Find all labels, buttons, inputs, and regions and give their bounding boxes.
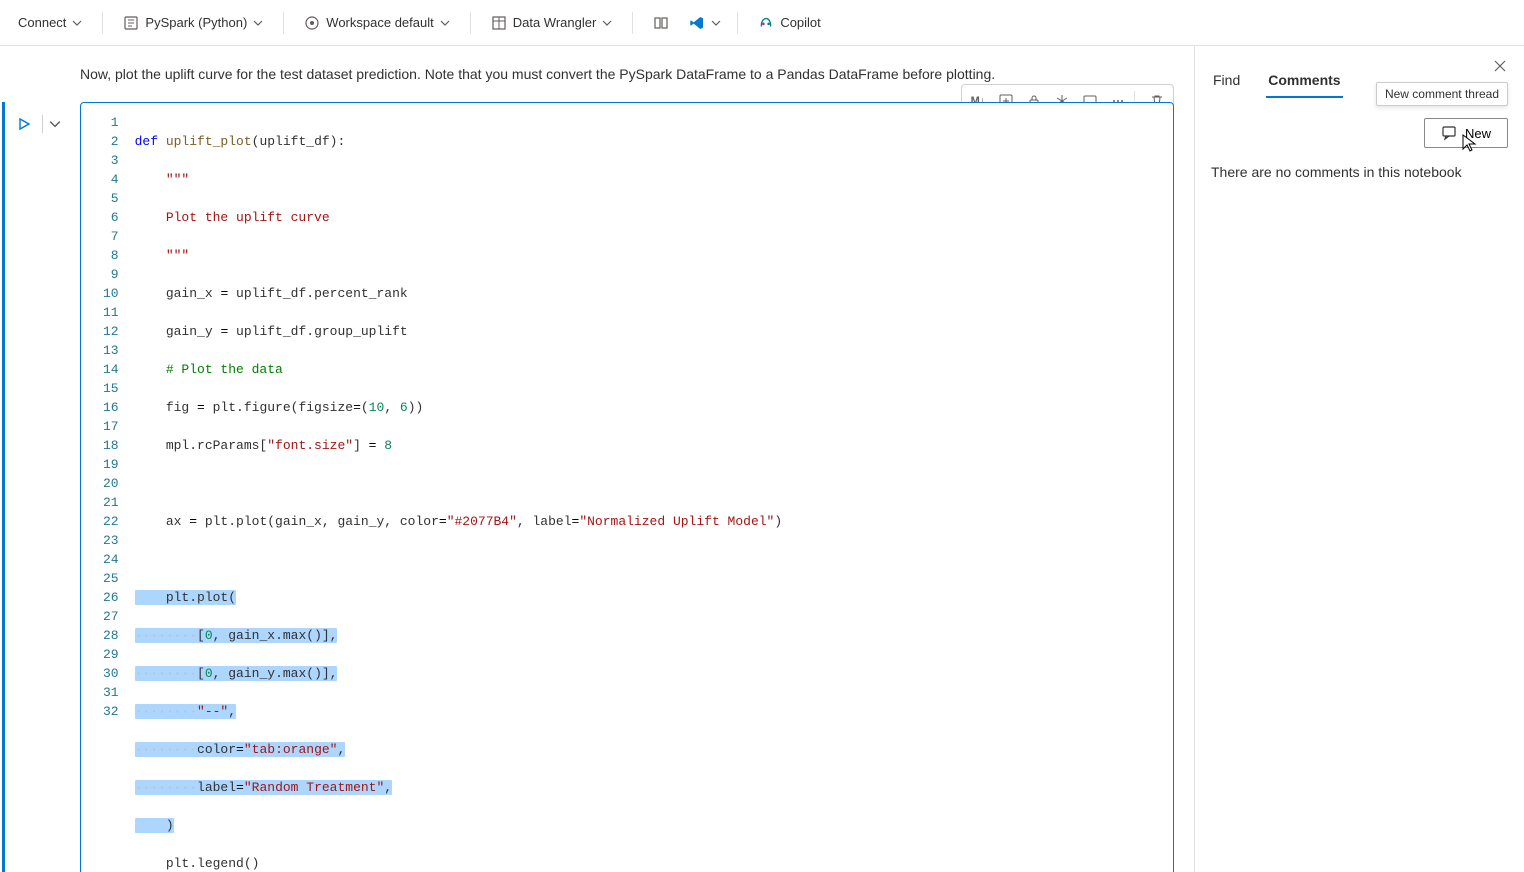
workspace-dropdown[interactable]: Workspace default	[294, 9, 459, 37]
empty-comments-message: There are no comments in this notebook	[1211, 164, 1508, 180]
notebook-column: Now, plot the uplift curve for the test …	[0, 46, 1194, 872]
comments-panel: Find Comments New comment thread New The…	[1194, 46, 1524, 872]
kernel-label: PySpark (Python)	[145, 15, 247, 30]
connect-label: Connect	[18, 15, 66, 30]
copilot-icon	[758, 15, 774, 31]
main-area: Now, plot the uplift curve for the test …	[0, 46, 1524, 872]
line-numbers: 1234567891011121314151617181920212223242…	[81, 103, 131, 872]
cell-menu-chevron[interactable]	[49, 118, 61, 130]
tab-find[interactable]: Find	[1211, 64, 1242, 98]
new-comment-tooltip: New comment thread	[1376, 82, 1508, 106]
markdown-cell: Now, plot the uplift curve for the test …	[80, 66, 1194, 82]
tab-comments[interactable]: Comments	[1266, 64, 1342, 98]
chevron-down-icon	[711, 18, 721, 28]
workspace-icon	[304, 15, 320, 31]
toolbar-separator	[470, 12, 471, 34]
cursor-icon	[1461, 133, 1477, 153]
connect-dropdown[interactable]: Connect	[8, 9, 92, 36]
gutter-separator	[42, 115, 43, 133]
code-body: 1234567891011121314151617181920212223242…	[81, 103, 1173, 872]
notebook-icon	[123, 15, 139, 31]
notebook-scroll[interactable]: Now, plot the uplift curve for the test …	[0, 46, 1194, 872]
code-cell[interactable]: 1234567891011121314151617181920212223242…	[80, 102, 1174, 872]
copilot-label: Copilot	[780, 15, 820, 30]
kernel-dropdown[interactable]: PySpark (Python)	[113, 9, 273, 37]
data-wrangler-dropdown[interactable]: Data Wrangler	[481, 9, 623, 37]
chevron-down-icon	[440, 18, 450, 28]
chevron-down-icon	[253, 18, 263, 28]
chevron-down-icon	[602, 18, 612, 28]
layout-button[interactable]	[643, 9, 679, 37]
run-cell-button[interactable]	[12, 112, 36, 136]
cell-active-indicator	[2, 102, 5, 872]
comment-icon	[1441, 125, 1457, 141]
copilot-button[interactable]: Copilot	[748, 9, 830, 37]
wrangler-label: Data Wrangler	[513, 15, 597, 30]
cell-gutter	[12, 112, 61, 136]
chevron-down-icon	[72, 18, 82, 28]
code-cell-wrap: M↓ 1234567891011121314151617181920212223…	[80, 102, 1194, 872]
vscode-button[interactable]	[683, 11, 727, 35]
toolbar-separator	[737, 12, 738, 34]
toolbar-separator	[102, 12, 103, 34]
table-icon	[491, 15, 507, 31]
close-panel-button[interactable]	[1490, 56, 1510, 76]
toolbar-separator	[283, 12, 284, 34]
layout-icon	[653, 15, 669, 31]
toolbar-separator	[632, 12, 633, 34]
code-content[interactable]: def uplift_plot(uplift_df): """ Plot the…	[131, 103, 1173, 872]
workspace-label: Workspace default	[326, 15, 433, 30]
new-comment-button[interactable]: New	[1424, 118, 1508, 148]
vscode-icon	[689, 15, 705, 31]
top-toolbar: Connect PySpark (Python) Workspace defau…	[0, 0, 1524, 46]
